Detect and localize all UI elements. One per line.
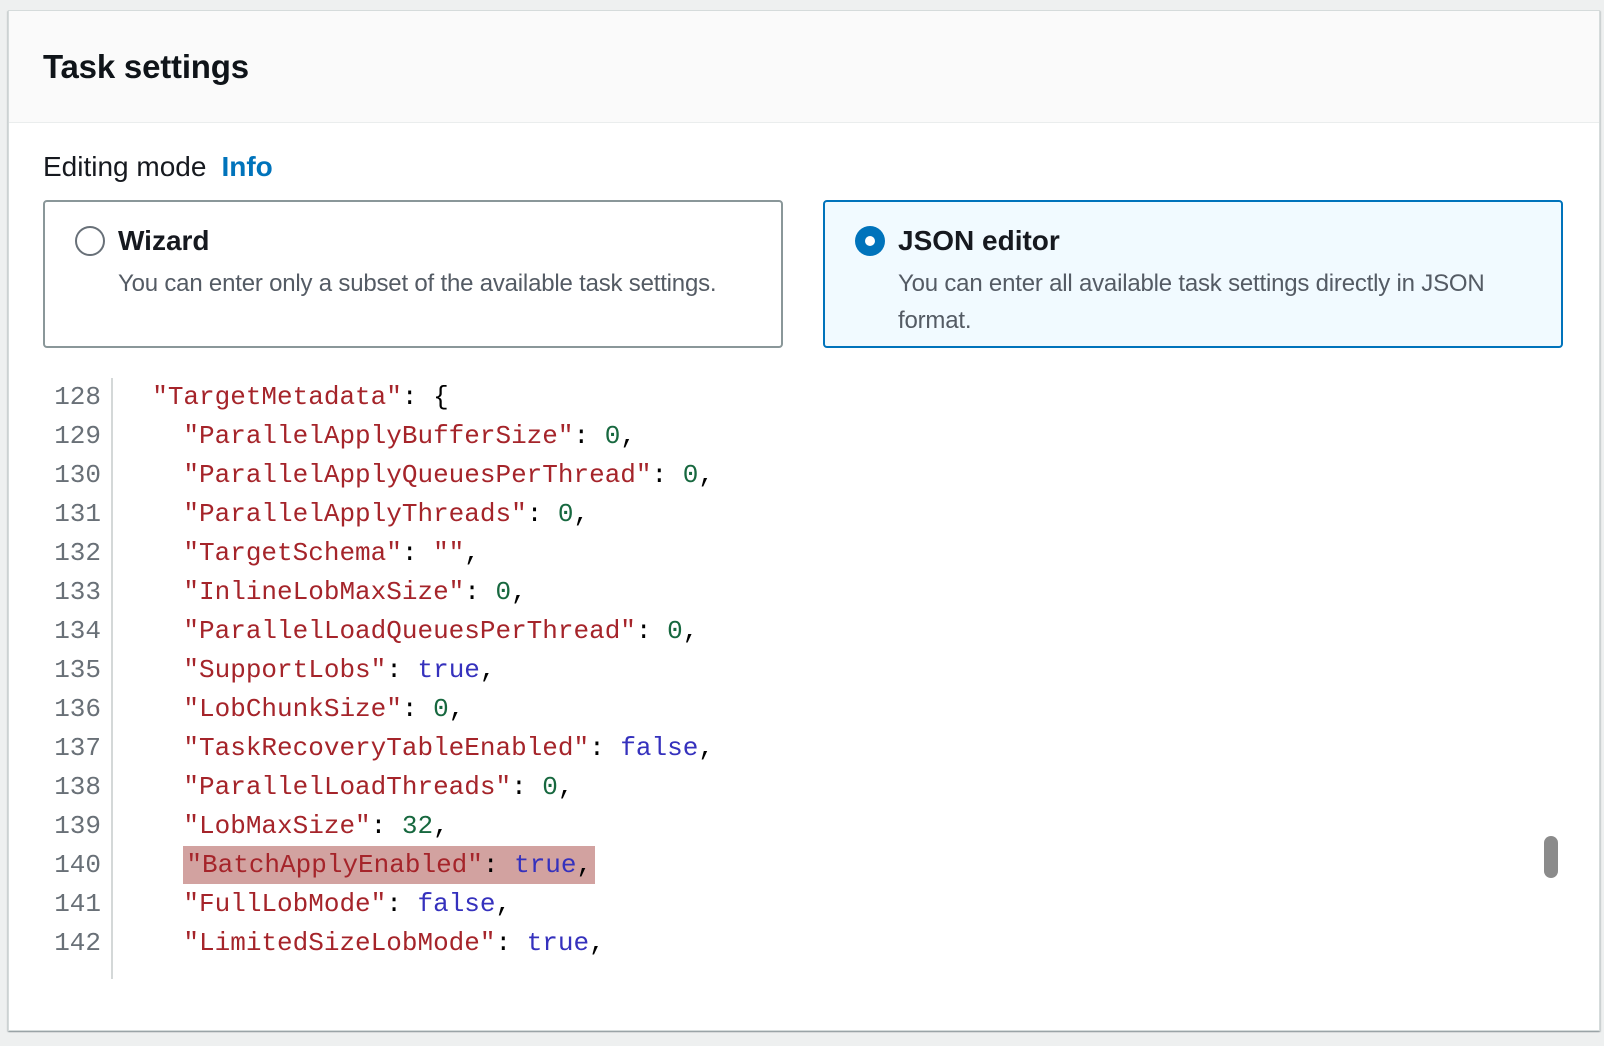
info-link[interactable]: Info [221, 151, 272, 183]
code-text[interactable]: "TaskRecoveryTableEnabled": false, [113, 729, 714, 768]
editing-mode-label: Editing mode [43, 151, 206, 183]
code-line[interactable]: 138 "ParallelLoadThreads": 0, [43, 768, 1565, 807]
option-head: JSON editor [855, 225, 1535, 257]
code-line[interactable]: 134 "ParallelLoadQueuesPerThread": 0, [43, 612, 1565, 651]
editing-mode-options: Wizard You can enter only a subset of th… [43, 200, 1565, 348]
line-number: 135 [43, 651, 113, 690]
page-title: Task settings [43, 48, 249, 86]
code-line[interactable]: 128 "TargetMetadata": { [43, 378, 1565, 417]
highlighted-code: "BatchApplyEnabled": true, [183, 846, 595, 884]
line-number: 137 [43, 729, 113, 768]
code-text[interactable]: "ParallelApplyQueuesPerThread": 0, [113, 456, 714, 495]
task-settings-panel: Task settings Editing mode Info Wizard Y… [8, 10, 1600, 1031]
code-text[interactable]: "ParallelLoadThreads": 0, [113, 768, 574, 807]
code-text[interactable]: "ParallelApplyBufferSize": 0, [113, 417, 636, 456]
option-title: JSON editor [898, 225, 1060, 257]
line-number: 139 [43, 807, 113, 846]
option-tile-wizard[interactable]: Wizard You can enter only a subset of th… [43, 200, 783, 348]
code-text[interactable]: "SupportLobs": true, [113, 651, 496, 690]
option-description: You can enter all available task setting… [898, 265, 1535, 339]
code-line[interactable]: 140 "BatchApplyEnabled": true, [43, 846, 1565, 885]
code-text[interactable]: "LobChunkSize": 0, [113, 690, 464, 729]
code-text[interactable]: "LimitedSizeLobMode": true, [113, 924, 605, 963]
code-text[interactable]: "ParallelApplyThreads": 0, [113, 495, 589, 534]
code-line[interactable]: 129 "ParallelApplyBufferSize": 0, [43, 417, 1565, 456]
code-line[interactable]: 139 "LobMaxSize": 32, [43, 807, 1565, 846]
code-text[interactable]: "ParallelLoadQueuesPerThread": 0, [113, 612, 698, 651]
line-number: 134 [43, 612, 113, 651]
code-line[interactable]: 136 "LobChunkSize": 0, [43, 690, 1565, 729]
line-number: 128 [43, 378, 113, 417]
code-line[interactable]: 135 "SupportLobs": true, [43, 651, 1565, 690]
line-number: 132 [43, 534, 113, 573]
code-text[interactable]: "TargetMetadata": { [113, 378, 449, 417]
line-number: 138 [43, 768, 113, 807]
panel-header: Task settings [9, 11, 1599, 123]
scrollbar-thumb[interactable] [1544, 836, 1558, 878]
code-text[interactable]: "InlineLobMaxSize": 0, [113, 573, 527, 612]
option-description: You can enter only a subset of the avail… [118, 265, 755, 302]
line-number: 129 [43, 417, 113, 456]
line-number: 131 [43, 495, 113, 534]
option-tile-json-editor[interactable]: JSON editor You can enter all available … [823, 200, 1563, 348]
code-line[interactable]: 132 "TargetSchema": "", [43, 534, 1565, 573]
line-number: 140 [43, 846, 113, 885]
code-text[interactable]: "BatchApplyEnabled": true, [113, 846, 595, 885]
editing-mode-row: Editing mode Info [43, 151, 1565, 183]
panel-content: Editing mode Info Wizard You can enter o… [9, 123, 1599, 979]
code-line[interactable]: 142 "LimitedSizeLobMode": true, [43, 924, 1565, 963]
code-line[interactable]: 141 "FullLobMode": false, [43, 885, 1565, 924]
code-line[interactable]: 133 "InlineLobMaxSize": 0, [43, 573, 1565, 612]
line-number: 141 [43, 885, 113, 924]
line-number: 136 [43, 690, 113, 729]
radio-button-wizard[interactable] [75, 226, 105, 256]
code-line[interactable]: 131 "ParallelApplyThreads": 0, [43, 495, 1565, 534]
code-text[interactable]: "TargetSchema": "", [113, 534, 480, 573]
option-title: Wizard [118, 225, 210, 257]
code-text[interactable]: "FullLobMode": false, [113, 885, 511, 924]
code-text[interactable]: "LobMaxSize": 32, [113, 807, 449, 846]
line-number: 133 [43, 573, 113, 612]
code-line[interactable]: 130 "ParallelApplyQueuesPerThread": 0, [43, 456, 1565, 495]
page: { "panel": { "title": "Task settings" },… [0, 0, 1604, 1046]
radio-button-json-editor[interactable] [855, 226, 885, 256]
code-editor[interactable]: 128 "TargetMetadata": {129 "ParallelAppl… [43, 378, 1565, 979]
option-head: Wizard [75, 225, 755, 257]
line-number: 130 [43, 456, 113, 495]
line-number: 142 [43, 924, 113, 963]
code-line[interactable]: 137 "TaskRecoveryTableEnabled": false, [43, 729, 1565, 768]
